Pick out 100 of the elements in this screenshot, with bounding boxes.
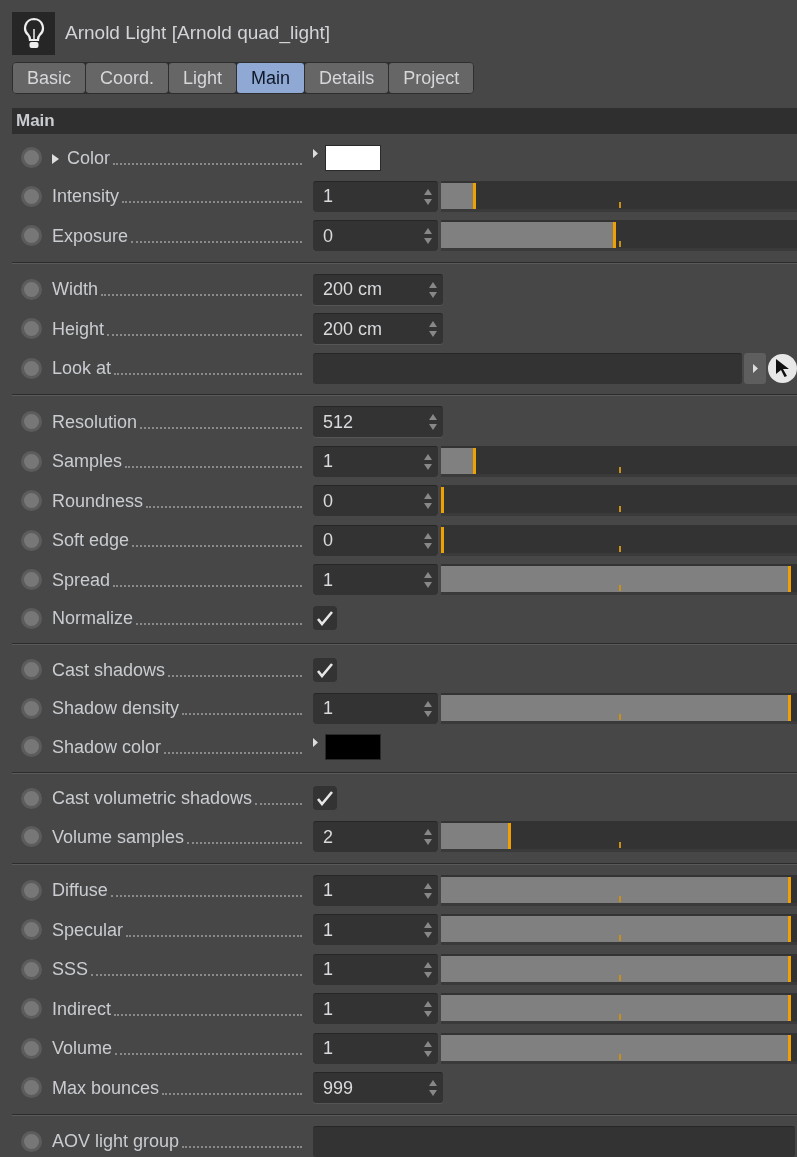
- keyframe-button[interactable]: [21, 919, 42, 941]
- spinner-icon[interactable]: [423, 699, 433, 718]
- number-field[interactable]: 1: [313, 953, 438, 985]
- number-field[interactable]: 999: [313, 1072, 443, 1104]
- slider-fill[interactable]: [441, 182, 476, 209]
- checkbox[interactable]: [313, 657, 337, 682]
- keyframe-button[interactable]: [21, 787, 42, 809]
- expand-arrow-icon[interactable]: [52, 153, 59, 164]
- slider-fill[interactable]: [441, 1034, 791, 1061]
- slider-fill[interactable]: [441, 566, 791, 593]
- keyframe-button[interactable]: [21, 490, 42, 512]
- tab[interactable]: Project: [389, 63, 474, 93]
- slider-fill[interactable]: [441, 955, 791, 982]
- number-field[interactable]: 1: [313, 993, 438, 1025]
- number-field[interactable]: 2: [313, 821, 438, 853]
- keyframe-button[interactable]: [21, 958, 42, 980]
- spinner-icon[interactable]: [428, 280, 438, 299]
- keyframe-button[interactable]: [21, 529, 42, 551]
- slider-track[interactable]: [441, 1032, 797, 1064]
- number-field[interactable]: 512: [313, 406, 443, 438]
- tab[interactable]: Light: [169, 63, 237, 93]
- slider-fill[interactable]: [441, 916, 791, 943]
- slider-track[interactable]: [441, 220, 797, 252]
- number-field[interactable]: 0: [313, 524, 438, 556]
- keyframe-button[interactable]: [21, 1077, 42, 1099]
- keyframe-button[interactable]: [21, 697, 42, 719]
- spinner-icon[interactable]: [423, 571, 433, 590]
- dropdown-button[interactable]: [744, 352, 766, 384]
- keyframe-button[interactable]: [21, 278, 42, 300]
- slider-fill[interactable]: [441, 447, 476, 474]
- tab[interactable]: Main: [237, 63, 305, 93]
- number-field[interactable]: 1: [313, 874, 438, 906]
- keyframe-button[interactable]: [21, 826, 42, 848]
- expand-arrow-icon[interactable]: [313, 149, 318, 159]
- number-field[interactable]: 0: [313, 220, 438, 252]
- keyframe-button[interactable]: [21, 659, 42, 681]
- keyframe-button[interactable]: [21, 185, 42, 207]
- link-field[interactable]: [313, 352, 742, 384]
- slider-track[interactable]: [441, 524, 797, 556]
- checkbox[interactable]: [313, 786, 337, 811]
- slider-fill[interactable]: [441, 995, 791, 1022]
- tab[interactable]: Coord.: [86, 63, 169, 93]
- slider-track[interactable]: [441, 953, 797, 985]
- tab[interactable]: Details: [305, 63, 389, 93]
- color-swatch[interactable]: [325, 144, 381, 171]
- number-field[interactable]: 1: [313, 564, 438, 596]
- number-field[interactable]: 200 cm: [313, 313, 443, 345]
- spinner-icon[interactable]: [423, 881, 433, 900]
- spinner-icon[interactable]: [423, 531, 433, 550]
- text-field[interactable]: [313, 1125, 795, 1157]
- slider-track[interactable]: [441, 485, 797, 517]
- spinner-icon[interactable]: [423, 452, 433, 471]
- slider-track[interactable]: [441, 993, 797, 1025]
- keyframe-button[interactable]: [21, 879, 42, 901]
- spinner-icon[interactable]: [423, 960, 433, 979]
- spinner-icon[interactable]: [423, 828, 433, 847]
- number-field[interactable]: 200 cm: [313, 273, 443, 305]
- slider-fill[interactable]: [441, 694, 791, 721]
- tab[interactable]: Basic: [13, 63, 85, 93]
- keyframe-button[interactable]: [21, 569, 42, 591]
- number-field[interactable]: 1: [313, 1032, 438, 1064]
- keyframe-button[interactable]: [21, 998, 42, 1020]
- number-field[interactable]: 1: [313, 692, 438, 724]
- expand-arrow-icon[interactable]: [313, 738, 318, 748]
- slider-track[interactable]: [441, 692, 797, 724]
- spinner-icon[interactable]: [423, 1000, 433, 1019]
- keyframe-button[interactable]: [21, 607, 42, 629]
- slider-fill[interactable]: [441, 823, 511, 850]
- spinner-icon[interactable]: [423, 187, 433, 206]
- keyframe-button[interactable]: [21, 411, 42, 433]
- keyframe-button[interactable]: [21, 1130, 42, 1152]
- slider-track[interactable]: [441, 874, 797, 906]
- slider-fill[interactable]: [441, 876, 791, 903]
- spinner-icon[interactable]: [423, 1039, 433, 1058]
- pointer-icon[interactable]: [768, 353, 797, 383]
- keyframe-button[interactable]: [21, 357, 42, 379]
- keyframe-button[interactable]: [21, 318, 42, 340]
- number-field[interactable]: 0: [313, 485, 438, 517]
- slider-fill[interactable]: [441, 487, 444, 514]
- number-field[interactable]: 1: [313, 914, 438, 946]
- checkbox[interactable]: [313, 606, 337, 631]
- slider-fill[interactable]: [441, 526, 444, 553]
- slider-track[interactable]: [441, 180, 797, 212]
- keyframe-button[interactable]: [21, 1037, 42, 1059]
- spinner-icon[interactable]: [423, 492, 433, 511]
- spinner-icon[interactable]: [428, 1079, 438, 1098]
- slider-fill[interactable]: [441, 222, 616, 249]
- spinner-icon[interactable]: [423, 227, 433, 246]
- slider-track[interactable]: [441, 445, 797, 477]
- number-field[interactable]: 1: [313, 180, 438, 212]
- spinner-icon[interactable]: [428, 413, 438, 432]
- number-field[interactable]: 1: [313, 445, 438, 477]
- keyframe-button[interactable]: [21, 736, 42, 758]
- keyframe-button[interactable]: [21, 225, 42, 247]
- color-swatch[interactable]: [325, 733, 381, 760]
- keyframe-button[interactable]: [21, 147, 42, 169]
- slider-track[interactable]: [441, 914, 797, 946]
- slider-track[interactable]: [441, 821, 797, 853]
- spinner-icon[interactable]: [423, 921, 433, 940]
- slider-track[interactable]: [441, 564, 797, 596]
